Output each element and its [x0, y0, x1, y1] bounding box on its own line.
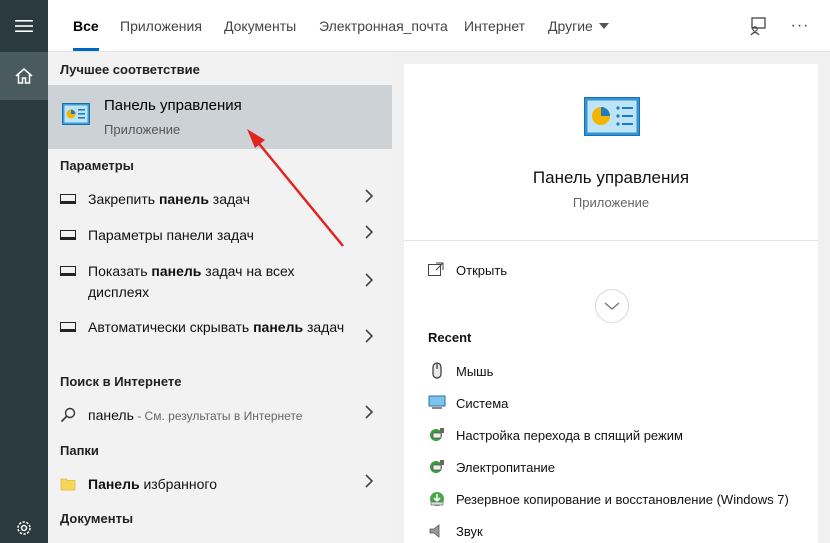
tab-all[interactable]: Все	[73, 0, 99, 52]
settings-item-label: Показать панель задач на всех дисплеях	[88, 263, 295, 300]
chevron-down-icon	[598, 23, 609, 29]
folder-item[interactable]: Панель избранного	[48, 473, 392, 495]
hamburger-icon[interactable]	[0, 0, 48, 52]
feedback-icon[interactable]	[746, 14, 770, 38]
gear-icon[interactable]	[0, 513, 48, 543]
chevron-right-icon	[364, 189, 374, 208]
recent-item-label: Звук	[456, 524, 483, 539]
taskbar-icon	[60, 230, 76, 240]
tab-label: Интернет	[464, 18, 526, 34]
best-match-subtitle: Приложение	[104, 122, 181, 137]
recent-item-label: Мышь	[456, 364, 494, 379]
tab-label: Документы	[224, 18, 297, 34]
preview-subtitle: Приложение	[572, 195, 650, 210]
home-icon[interactable]	[0, 52, 48, 100]
recent-item-label: Резервное копирование и восстановление (…	[456, 492, 789, 507]
folder-item-label: Панель избранного	[88, 476, 217, 492]
tab-documents[interactable]: Документы	[224, 0, 296, 52]
recent-item-label: Система	[456, 396, 509, 411]
settings-item-label: Закрепить панель задач	[88, 191, 250, 207]
settings-item[interactable]: Параметры панели задач	[48, 224, 392, 246]
open-label: Открыть	[456, 263, 508, 278]
web-search-item[interactable]: панель - См. результаты в Интернете	[48, 404, 392, 426]
web-hint: - См. результаты в Интернете	[133, 409, 303, 423]
section-header-best-match: Лучшее соответствие	[60, 62, 200, 77]
power-options-icon	[430, 428, 444, 441]
section-header-web: Поиск в Интернете	[60, 374, 182, 389]
web-search-label: панель - См. результаты в Интернете	[88, 405, 350, 427]
chevron-right-icon	[364, 225, 374, 244]
section-header-settings: Параметры	[60, 158, 134, 173]
settings-item-label: Параметры панели задач	[88, 227, 254, 243]
chevron-right-icon	[364, 474, 374, 493]
folder-icon	[60, 476, 76, 497]
best-match-title: Панель управления	[104, 97, 242, 114]
chevron-right-icon	[364, 405, 374, 424]
left-rail	[0, 0, 48, 543]
chevron-right-icon	[364, 329, 374, 348]
taskbar-icon	[60, 194, 76, 204]
monitor-icon	[428, 395, 446, 409]
open-icon	[428, 262, 444, 276]
more-glyph: ···	[790, 17, 810, 34]
preview-title: Панель управления	[532, 168, 690, 187]
recent-header: Recent	[428, 330, 472, 345]
control-panel-icon	[584, 97, 640, 142]
recent-item-label: Электропитание	[456, 460, 555, 475]
section-header-documents: Документы	[60, 511, 134, 526]
expand-button[interactable]	[595, 289, 629, 323]
best-match-item[interactable]: Панель управления Приложение	[48, 85, 392, 149]
power-options-icon	[430, 460, 444, 473]
taskbar-icon	[60, 322, 76, 332]
tab-label: Другие	[548, 18, 593, 34]
control-panel-icon	[62, 103, 90, 130]
web-query: панель	[88, 407, 134, 423]
recent-item-label: Настройка перехода в спящий режим	[456, 428, 683, 443]
settings-item[interactable]: Автоматически скрывать панель задач	[48, 316, 392, 360]
section-header-folders: Папки	[60, 443, 99, 458]
backup-icon	[430, 492, 444, 506]
search-icon	[60, 407, 76, 428]
chevron-right-icon	[364, 273, 374, 292]
tab-apps[interactable]: Приложения	[120, 0, 202, 52]
settings-item[interactable]: Закрепить панель задач	[48, 188, 392, 210]
tab-label: Приложения	[120, 18, 202, 34]
divider	[404, 240, 818, 241]
more-icon[interactable]: ···	[788, 14, 812, 38]
tab-more[interactable]: Другие	[548, 0, 609, 52]
settings-item[interactable]: Показать панель задач на всех дисплеях	[48, 260, 392, 304]
tab-label: Все	[73, 18, 99, 34]
speaker-icon	[429, 524, 440, 538]
results-list: Лучшее соответствие Панель управления Пр…	[48, 52, 392, 543]
taskbar-icon	[60, 266, 76, 276]
chevron-down-icon	[604, 302, 620, 310]
preview-pane: Панель управления Приложение Открыть Rec…	[404, 64, 818, 543]
tab-web[interactable]: Интернет	[464, 0, 525, 52]
settings-item-label: Автоматически скрывать панель задач	[88, 319, 345, 335]
mouse-icon	[432, 362, 442, 379]
tab-label: Электронная_почта	[319, 18, 448, 34]
tab-email[interactable]: Электронная_почта	[319, 0, 448, 52]
category-tabs: Все Приложения Документы Электронная_поч…	[48, 0, 830, 52]
